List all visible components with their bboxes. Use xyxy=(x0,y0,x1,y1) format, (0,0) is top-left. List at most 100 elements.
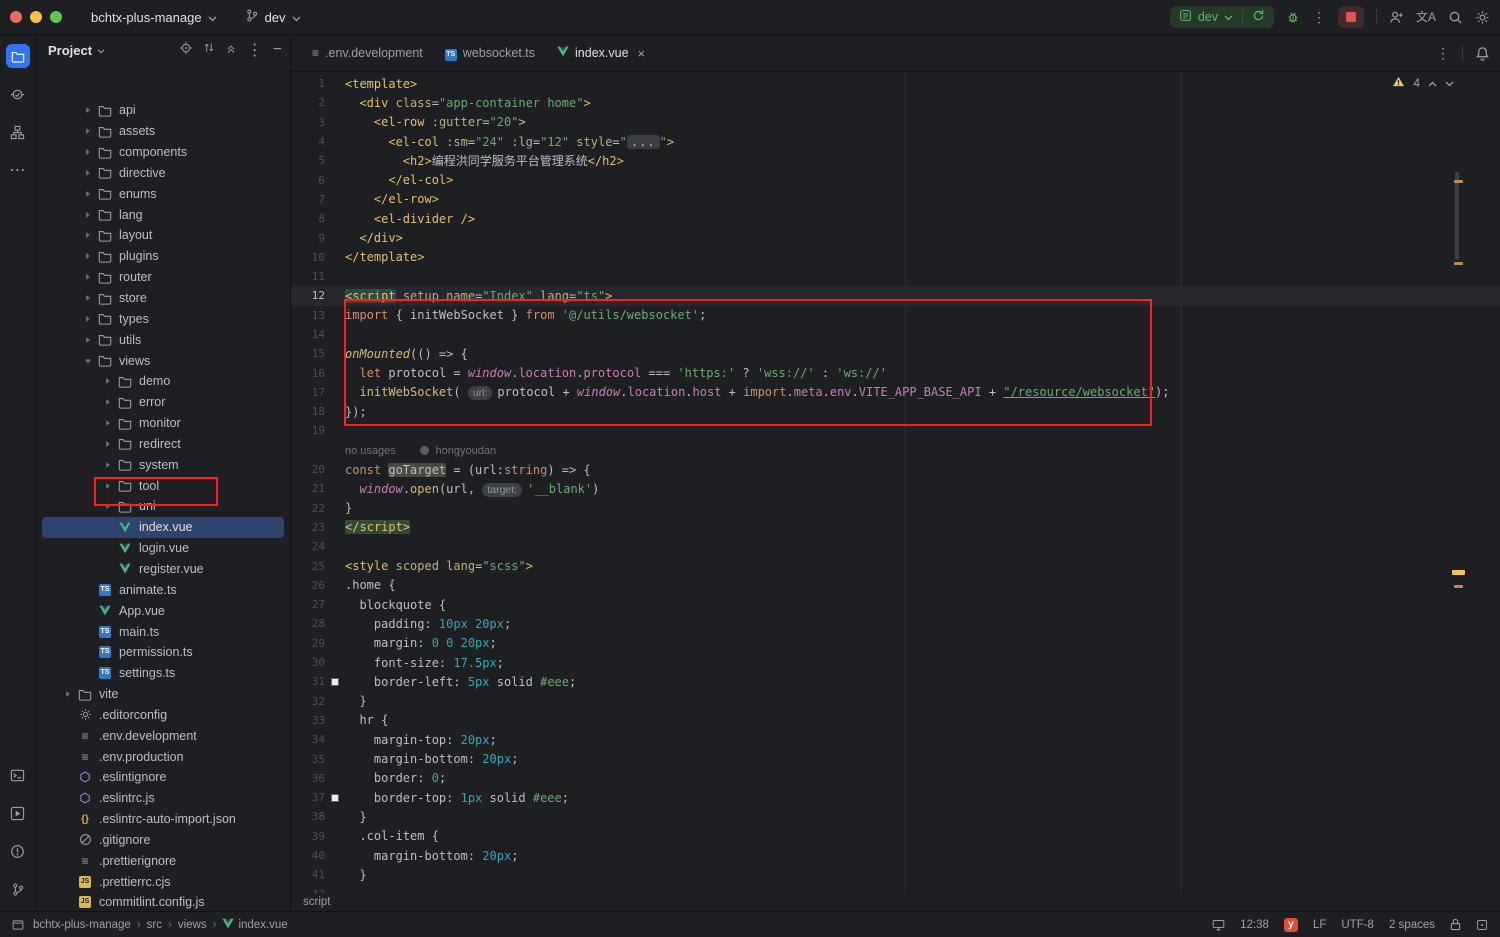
breadcrumb-item[interactable]: script xyxy=(303,896,330,908)
chevron-down-icon[interactable] xyxy=(80,357,96,365)
inspections-widget[interactable]: 4 xyxy=(1392,76,1454,90)
chevron-right-icon[interactable] xyxy=(80,294,96,302)
tree-item-.gitignore[interactable]: .gitignore xyxy=(36,830,290,851)
chevron-right-icon[interactable] xyxy=(60,690,76,698)
status-crumb-file[interactable]: index.vue xyxy=(222,918,287,932)
tool-problems-button[interactable] xyxy=(6,839,30,863)
chevron-right-icon[interactable] xyxy=(80,273,96,281)
tree-item-.env.development[interactable]: ≡.env.development xyxy=(36,725,290,746)
translate-icon[interactable]: 文A xyxy=(1416,11,1436,23)
debug-button[interactable] xyxy=(1286,10,1300,24)
chevron-right-icon[interactable] xyxy=(80,211,96,219)
tree-item-.eslintignore[interactable]: .eslintignore xyxy=(36,767,290,788)
tree-item-permission.ts[interactable]: TSpermission.ts xyxy=(36,642,290,663)
tree-item-redirect[interactable]: redirect xyxy=(36,434,290,455)
stripe-warning-mark[interactable] xyxy=(1454,585,1463,588)
chevron-right-icon[interactable] xyxy=(80,148,96,156)
status-crumb[interactable]: views xyxy=(178,919,207,931)
tree-item-layout[interactable]: layout xyxy=(36,225,290,246)
tree-item-lang[interactable]: lang xyxy=(36,204,290,225)
project-widget[interactable]: bchtx-plus-manage xyxy=(84,7,224,28)
close-tab-icon[interactable]: × xyxy=(638,46,646,61)
tree-item-views[interactable]: views xyxy=(36,350,290,371)
tree-item-vite[interactable]: vite xyxy=(36,684,290,705)
chevron-right-icon[interactable] xyxy=(80,231,96,239)
tool-structure-button[interactable] xyxy=(6,120,30,144)
tree-item-App.vue[interactable]: App.vue xyxy=(36,600,290,621)
tool-project-button[interactable] xyxy=(6,44,30,68)
stop-button[interactable] xyxy=(1338,6,1364,28)
more-run-actions-button[interactable]: ⋮ xyxy=(1312,10,1326,24)
tree-item-store[interactable]: store xyxy=(36,288,290,309)
tool-services-button[interactable] xyxy=(6,801,30,825)
line-separator-widget[interactable]: LF xyxy=(1313,919,1326,931)
tree-item-directive[interactable]: directive xyxy=(36,163,290,184)
tree-item-index.vue[interactable]: index.vue xyxy=(42,517,284,538)
tree-item-tool[interactable]: tool xyxy=(36,475,290,496)
project-window-icon[interactable] xyxy=(12,919,24,931)
color-swatch-icon[interactable] xyxy=(331,678,339,686)
previous-problem-icon[interactable] xyxy=(1428,76,1437,90)
tree-item-demo[interactable]: demo xyxy=(36,371,290,392)
tree-item-.env.production[interactable]: ≡.env.production xyxy=(36,746,290,767)
chevron-right-icon[interactable] xyxy=(80,169,96,177)
tree-item-register.vue[interactable]: register.vue xyxy=(36,559,290,580)
chevron-right-icon[interactable] xyxy=(100,419,116,427)
locate-file-icon[interactable] xyxy=(179,41,193,60)
chevron-right-icon[interactable] xyxy=(80,190,96,198)
tool-version-control-button[interactable] xyxy=(6,877,30,901)
vcs-widget[interactable]: dev xyxy=(238,5,308,29)
screen-share-icon[interactable] xyxy=(1212,919,1225,931)
tree-item-types[interactable]: types xyxy=(36,308,290,329)
lock-icon[interactable] xyxy=(1450,918,1461,931)
more-options-icon[interactable]: ⋮ xyxy=(247,40,263,60)
tree-item-.eslintrc-auto-import.json[interactable]: {}.eslintrc-auto-import.json xyxy=(36,809,290,830)
tree-item-uni[interactable]: uni xyxy=(36,496,290,517)
chevron-right-icon[interactable] xyxy=(100,502,116,510)
tab-options-icon[interactable]: ⋮ xyxy=(1436,46,1450,60)
chevron-right-icon[interactable] xyxy=(80,252,96,260)
tree-item-.eslintrc.js[interactable]: .eslintrc.js xyxy=(36,788,290,809)
minimize-window-icon[interactable] xyxy=(30,11,42,23)
tree-item-plugins[interactable]: plugins xyxy=(36,246,290,267)
stripe-warning-mark[interactable] xyxy=(1454,262,1463,265)
status-widget-icon[interactable] xyxy=(1476,919,1488,931)
run-config-widget[interactable]: dev xyxy=(1170,6,1274,28)
error-stripe[interactable] xyxy=(1452,72,1466,893)
chevron-right-icon[interactable] xyxy=(100,440,116,448)
tree-item-animate.ts[interactable]: TSanimate.ts xyxy=(36,579,290,600)
tree-item-router[interactable]: router xyxy=(36,267,290,288)
stripe-warning-mark[interactable] xyxy=(1454,180,1463,183)
tab-index.vue[interactable]: index.vue× xyxy=(546,35,656,71)
status-crumb[interactable]: bchtx-plus-manage xyxy=(33,919,131,931)
tree-item-error[interactable]: error xyxy=(36,392,290,413)
tree-item-utils[interactable]: utils xyxy=(36,329,290,350)
color-swatch-icon[interactable] xyxy=(331,794,339,802)
chevron-right-icon[interactable] xyxy=(100,398,116,406)
notifications-bell-icon[interactable] xyxy=(1475,46,1490,61)
editor[interactable]: 1<template>2 <div class="app-container h… xyxy=(291,72,1500,893)
project-panel-title[interactable]: Project xyxy=(48,43,92,58)
tool-commit-button[interactable] xyxy=(6,82,30,106)
code-with-me-icon[interactable] xyxy=(1389,10,1404,25)
tree-item-components[interactable]: components xyxy=(36,142,290,163)
chevron-right-icon[interactable] xyxy=(100,461,116,469)
rerun-button[interactable] xyxy=(1252,9,1265,25)
tree-item-settings.ts[interactable]: TSsettings.ts xyxy=(36,663,290,684)
tree-item-main.ts[interactable]: TSmain.ts xyxy=(36,621,290,642)
settings-gear-icon[interactable] xyxy=(1475,10,1490,25)
search-everywhere-icon[interactable] xyxy=(1448,10,1463,25)
tree-item-system[interactable]: system xyxy=(36,454,290,475)
chevron-right-icon[interactable] xyxy=(80,127,96,135)
collapse-all-icon[interactable] xyxy=(225,41,237,59)
tree-item-assets[interactable]: assets xyxy=(36,121,290,142)
tree-item-.prettierignore[interactable]: ≡.prettierignore xyxy=(36,850,290,871)
tab-websocket.ts[interactable]: TSwebsocket.ts xyxy=(434,35,546,71)
close-window-icon[interactable] xyxy=(10,11,22,23)
chevron-right-icon[interactable] xyxy=(80,315,96,323)
tree-item-monitor[interactable]: monitor xyxy=(36,413,290,434)
chevron-right-icon[interactable] xyxy=(100,482,116,490)
tool-terminal-button[interactable] xyxy=(6,763,30,787)
tree-item-.editorconfig[interactable]: .editorconfig xyxy=(36,704,290,725)
status-crumb[interactable]: src xyxy=(147,919,162,931)
